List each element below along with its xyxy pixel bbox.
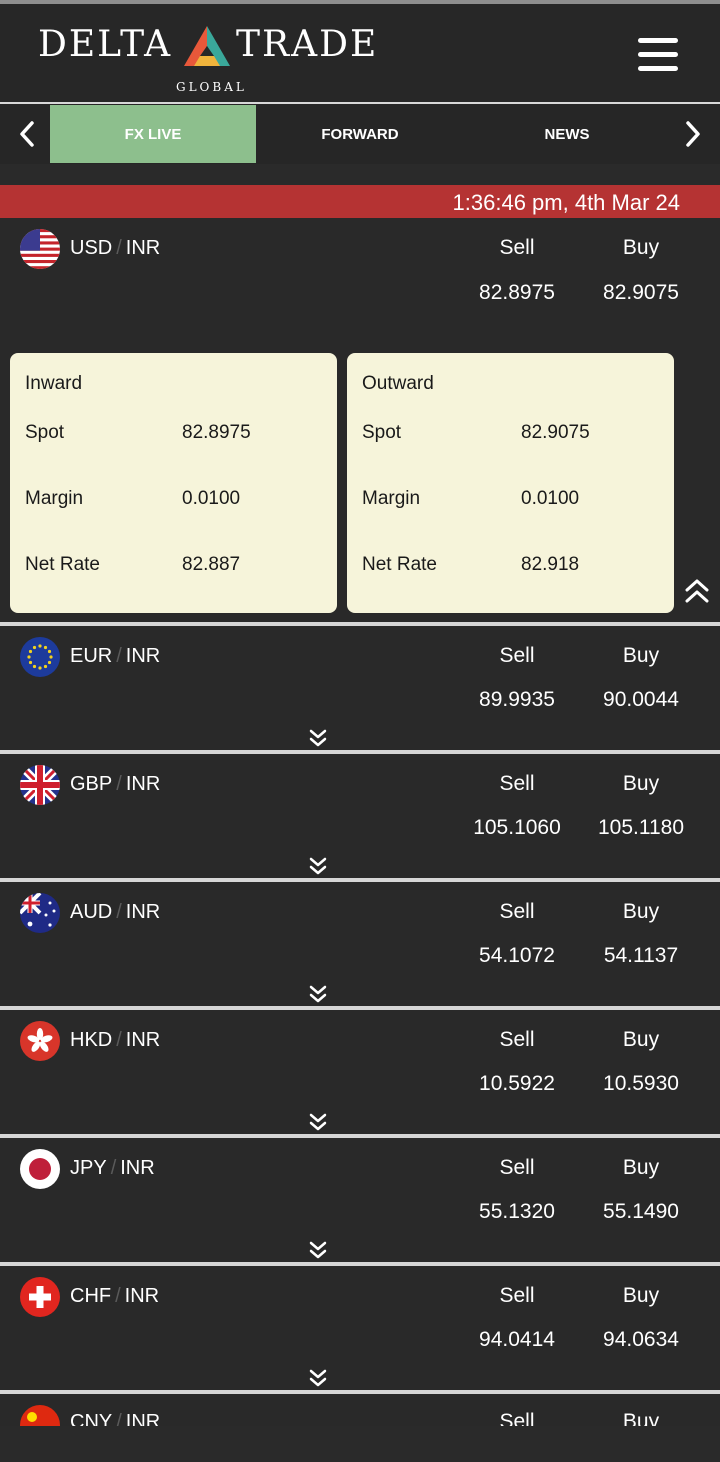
expand-icon[interactable] [308, 1368, 328, 1388]
sell-rate: 105.1060 [473, 816, 561, 839]
currency-row-aud[interactable]: AUD / INR Sell Buy 54.1072 54.1137 [0, 882, 720, 1006]
sell-rate: 82.8975 [479, 281, 555, 304]
pair-label: USD / INR [70, 237, 161, 259]
sell-header: Sell [499, 772, 535, 795]
ch-flag-icon [20, 1277, 60, 1317]
spot-value: 82.9075 [521, 422, 590, 443]
sell-header: Sell [499, 900, 535, 923]
buy-header: Buy [622, 236, 660, 259]
margin-value: 0.0100 [521, 488, 580, 509]
expand-icon[interactable] [308, 984, 328, 1004]
chevron-right-icon[interactable] [678, 114, 708, 154]
pair-label: AUD / INR [70, 901, 161, 923]
currency-row-jpy[interactable]: JPY / INR Sell Buy 55.1320 55.1490 [0, 1138, 720, 1262]
buy-rate: 105.1180 [597, 816, 685, 839]
buy-rate: 94.0634 [603, 1328, 679, 1351]
pair-label: CHF / INR [70, 1285, 160, 1307]
currency-row-gbp[interactable]: GBP / INR Sell Buy 105.1060 105.1180 [0, 754, 720, 878]
sell-rate: 94.0414 [479, 1328, 555, 1351]
net-rate-value: 82.887 [182, 554, 241, 575]
pair-label: EUR / INR [70, 645, 161, 667]
expand-icon[interactable] [308, 856, 328, 876]
sell-rate: 89.9935 [479, 688, 555, 711]
spot-label: Spot [362, 422, 402, 443]
expand-icon[interactable] [308, 1112, 328, 1132]
pair-label: CNY / INR [70, 1411, 161, 1426]
buy-rate: 90.0044 [603, 688, 679, 711]
sell-rate: 55.1320 [479, 1200, 555, 1223]
timestamp-bar: 1:36:46 pm, 4th Mar 24 [0, 185, 720, 218]
eu-flag-icon [20, 637, 60, 677]
sell-header: Sell [499, 1028, 535, 1051]
delta-logo-icon [184, 26, 230, 66]
buy-header: Buy [622, 1284, 660, 1307]
brand-logo[interactable]: DELTA TRADE GLOBAL [38, 24, 398, 98]
inward-title: Inward [25, 373, 83, 394]
tab-news[interactable]: NEWS [464, 105, 670, 163]
pair-label: JPY / INR [70, 1157, 155, 1179]
collapse-icon[interactable] [684, 578, 710, 604]
brand-name-left: DELTA [38, 24, 173, 65]
chevron-left-icon[interactable] [12, 114, 42, 154]
bottom-spacer [0, 1426, 720, 1462]
spot-label: Spot [25, 422, 65, 443]
timestamp: 1:36:46 pm, 4th Mar 24 [452, 190, 680, 215]
menu-icon[interactable] [638, 38, 678, 72]
expand-icon[interactable] [308, 1240, 328, 1260]
brand-subtitle: GLOBAL [176, 80, 247, 94]
currency-row-cny[interactable]: CNY / INR Sell Buy [0, 1394, 720, 1426]
jp-flag-icon [20, 1149, 60, 1189]
buy-header: Buy [622, 644, 660, 667]
uk-flag-icon [20, 765, 60, 805]
net-rate-label: Net Rate [25, 554, 100, 575]
buy-rate: 55.1490 [603, 1200, 679, 1223]
buy-rate: 54.1137 [603, 944, 679, 967]
sell-header: Sell [499, 644, 535, 667]
expand-icon[interactable] [308, 728, 328, 748]
brand-name-right: TRADE [236, 24, 379, 65]
buy-header: Buy [622, 772, 660, 795]
margin-value: 0.0100 [182, 488, 241, 509]
buy-rate: 82.9075 [603, 281, 679, 304]
currency-row-hkd[interactable]: HKD / INR Sell Buy 10.5922 10.5930 [0, 1010, 720, 1134]
sell-header: Sell [499, 1410, 535, 1426]
buy-header: Buy [622, 1156, 660, 1179]
app-header: DELTA TRADE GLOBAL [0, 4, 720, 104]
outward-card: Outward Spot 82.9075 Margin 0.0100 Net R… [347, 353, 674, 613]
tab-forward[interactable]: FORWARD [257, 105, 463, 163]
hk-flag-icon [20, 1021, 60, 1061]
net-rate-label: Net Rate [362, 554, 437, 575]
margin-label: Margin [362, 488, 421, 509]
au-flag-icon [20, 893, 60, 933]
buy-header: Buy [622, 900, 660, 923]
buy-header: Buy [622, 1028, 660, 1051]
tab-fx-live[interactable]: FX LIVE [50, 105, 256, 163]
spot-value: 82.8975 [182, 422, 251, 443]
sell-header: Sell [499, 236, 535, 259]
sell-header: Sell [499, 1284, 535, 1307]
currency-row-eur[interactable]: EUR / INR Sell Buy 89.9935 90.0044 [0, 626, 720, 750]
pair-label: GBP / INR [70, 773, 161, 795]
sell-rate: 10.5922 [479, 1072, 555, 1095]
currency-row-chf[interactable]: CHF / INR Sell Buy 94.0414 94.0634 [0, 1266, 720, 1390]
sell-header: Sell [499, 1156, 535, 1179]
margin-label: Margin [25, 488, 84, 509]
net-rate-value: 82.918 [521, 554, 580, 575]
cn-flag-icon [20, 1405, 60, 1426]
buy-header: Buy [622, 1410, 660, 1426]
us-flag-icon [20, 229, 60, 269]
buy-rate: 10.5930 [603, 1072, 679, 1095]
outward-title: Outward [362, 373, 434, 394]
tab-bar: FX LIVE FORWARD NEWS [0, 104, 720, 164]
sell-rate: 54.1072 [479, 944, 555, 967]
inward-card: Inward Spot 82.8975 Margin 0.0100 Net Ra… [10, 353, 337, 613]
pair-label: HKD / INR [70, 1029, 161, 1051]
